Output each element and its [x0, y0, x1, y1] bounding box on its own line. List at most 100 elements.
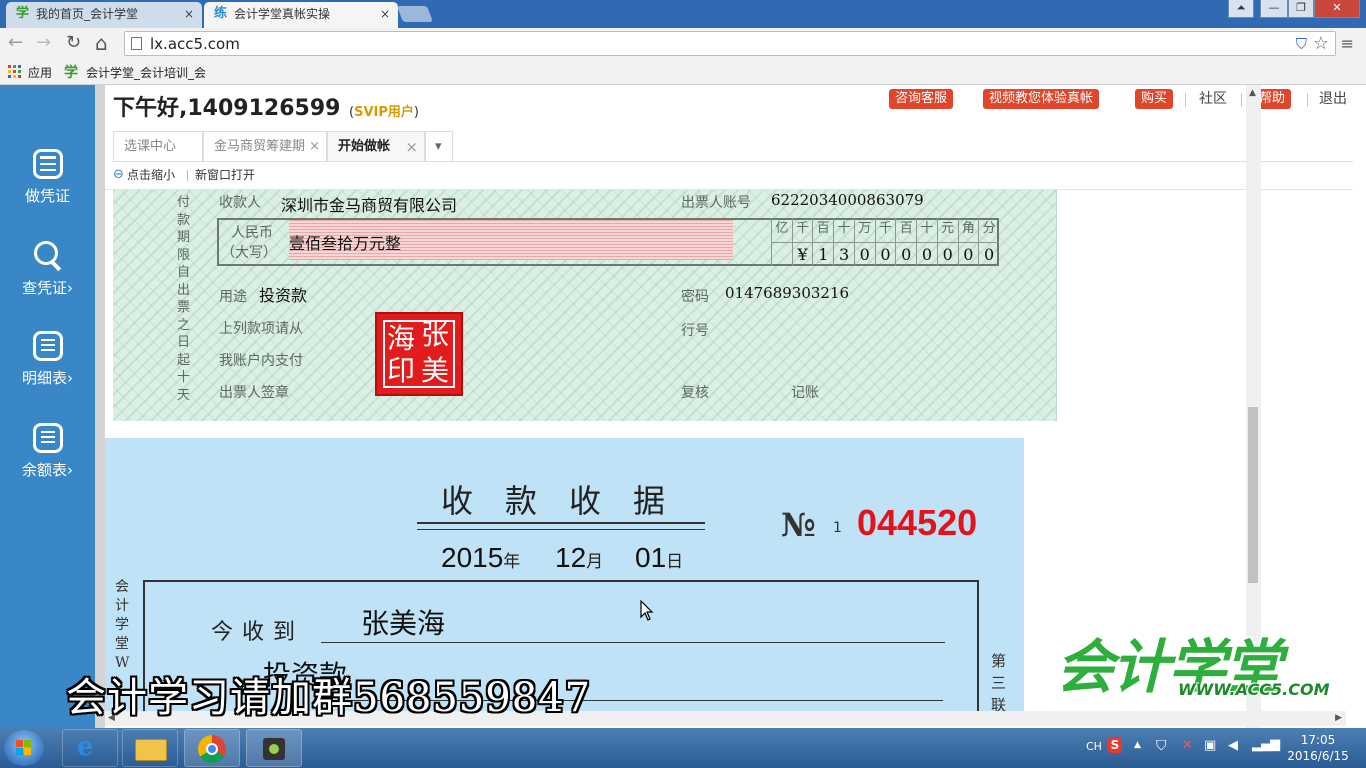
greeting: 下午好,1409126599 — [113, 96, 341, 121]
consult-service-button[interactable]: 咨询客服 — [889, 89, 954, 109]
divider — [187, 170, 188, 181]
browser-menu-icon[interactable]: ≡ — [1341, 34, 1354, 53]
start-button[interactable] — [4, 730, 44, 766]
maximize-button[interactable]: ❐ — [1288, 0, 1314, 18]
tab-title: 我的首页_会计学堂 — [36, 7, 139, 21]
logout-link[interactable]: 退出 — [1319, 89, 1347, 109]
reload-icon[interactable]: ↻ — [66, 32, 81, 54]
taskbar-explorer-icon[interactable] — [122, 729, 178, 767]
input-language[interactable]: CH — [1086, 740, 1102, 753]
forward-icon[interactable]: → — [36, 32, 51, 54]
day-value: 01 — [635, 542, 667, 573]
acc5-logo: 会计学堂 WWW.ACC5.COM — [1056, 620, 1342, 706]
payer-name: 张美海 — [361, 607, 446, 640]
new-tab-button[interactable] — [397, 6, 433, 22]
clock-time: 17:05 — [1300, 733, 1336, 747]
tab-title: 会计学堂真帐实操 — [234, 7, 331, 21]
signal-icon[interactable]: ▂▄▆ — [1252, 737, 1280, 752]
tab-practice[interactable]: 练 会计学堂真帐实操 × — [204, 2, 398, 28]
digit-header: 十 — [833, 218, 854, 242]
tab-start-bookkeeping[interactable]: 开始做帐 × — [327, 131, 425, 161]
logo-en: WWW.ACC5.COM — [1178, 680, 1330, 699]
sidebar-item-detail-ledger[interactable]: 明细表› — [0, 331, 95, 388]
divider — [1307, 93, 1308, 107]
digit-header: 万 — [853, 218, 875, 242]
address-bar[interactable]: lx.acc5.com ⛉ ☆ — [124, 31, 1336, 56]
sidebar-item-query-voucher[interactable]: 查凭证› — [0, 239, 95, 298]
minimize-button[interactable]: — — [1260, 0, 1288, 18]
site-favicon-icon: 练 — [214, 6, 228, 21]
home-icon[interactable]: ⌂ — [95, 32, 108, 54]
calculator-icon — [32, 149, 63, 179]
seal-char: 张 — [420, 318, 449, 351]
video-watermark-text: 会计学习请加群568559847 — [66, 675, 592, 721]
review-label: 复核 — [681, 385, 709, 401]
tab-jinma-setup[interactable]: 金马商贸筹建期 × — [203, 131, 327, 161]
close-window-button[interactable]: ✕ — [1314, 0, 1360, 18]
zoom-out-link[interactable]: 点击缩小 — [127, 165, 175, 185]
bookmark-item[interactable]: 会计学堂_会计培训_会 — [86, 64, 206, 81]
sidebar-item-make-voucher[interactable]: 做凭证 — [0, 149, 95, 206]
bookkeeping-label: 记账 — [791, 385, 819, 401]
security-shield-icon[interactable]: ⛉ — [1156, 738, 1167, 754]
chevron-right-icon: › — [67, 461, 73, 479]
community-link[interactable]: 社区 — [1199, 89, 1227, 109]
digit-value: 3 — [833, 242, 854, 266]
bookmark-star-icon[interactable]: ☆ — [1313, 33, 1329, 54]
network-disconnected-icon[interactable]: ✕ — [1182, 738, 1193, 753]
url-text[interactable]: lx.acc5.com — [150, 34, 240, 54]
tab-label: 开始做帐 — [338, 139, 391, 154]
pay-instruction-2: 我账户内支付 — [219, 353, 303, 369]
taskbar-chrome-icon[interactable] — [184, 729, 240, 767]
password-value: 0147689303216 — [725, 284, 850, 302]
digit-value: 0 — [936, 242, 958, 266]
tab-close-icon[interactable]: × — [184, 2, 194, 26]
scroll-up-icon[interactable]: ▲ — [1249, 88, 1256, 98]
receipt-copy-label: 第三联 — [991, 652, 1007, 711]
volume-icon[interactable]: ◀ — [1228, 738, 1238, 753]
tab-more-dropdown[interactable]: ▾ — [425, 131, 453, 161]
tab-close-icon[interactable]: × — [405, 132, 418, 162]
receipt-no-small: 1 — [833, 520, 842, 536]
digit-value: 1 — [812, 242, 834, 266]
red-seal-stamp: 张 海 美 印 — [375, 312, 463, 396]
device-icon[interactable]: ▣ — [1204, 738, 1216, 753]
sogou-ime-icon[interactable]: S — [1108, 737, 1122, 753]
receipt-no-label: № — [781, 506, 816, 544]
system-clock[interactable]: 17:05 2016/6/15 — [1282, 732, 1354, 764]
seal-char: 印 — [386, 354, 415, 387]
zoom-out-icon[interactable]: ⊖ — [113, 165, 124, 185]
buy-button[interactable]: 购买 — [1135, 89, 1174, 109]
bank-no-label: 行号 — [681, 323, 709, 339]
browser-tab-strip: 学 我的首页_会计学堂 × 练 会计学堂真帐实操 × ⏶ — ❐ ✕ — [0, 0, 1366, 28]
tab-close-icon[interactable]: × — [380, 2, 390, 26]
scroll-right-icon[interactable]: ▶ — [1335, 713, 1342, 723]
sidebar-item-label: 余额表 — [21, 461, 67, 479]
payee-label: 收款人 — [219, 195, 261, 211]
tab-label: 金马商贸筹建期 — [214, 139, 306, 154]
account-label: 出票人账号 — [681, 195, 751, 211]
purpose-label: 用途 — [219, 289, 247, 305]
tab-close-icon[interactable]: × — [309, 132, 320, 162]
clock-date: 2016/6/15 — [1287, 749, 1349, 763]
taskbar-recorder-icon[interactable] — [246, 729, 302, 767]
shield-icon[interactable]: ⛉ — [1296, 35, 1307, 53]
back-icon[interactable]: ← — [8, 32, 23, 54]
year-unit: 年 — [503, 552, 521, 571]
sidebar-item-balance-sheet[interactable]: 余额表› — [0, 423, 95, 480]
tray-expand-icon[interactable]: ▲ — [1134, 740, 1141, 750]
day-unit: 日 — [666, 552, 684, 571]
left-sidebar: 做凭证 查凭证› 明细表› 余额表› — [0, 85, 105, 728]
seal-char: 美 — [420, 354, 449, 387]
received-from-label: 今收到 — [211, 620, 305, 645]
new-window-link[interactable]: 新窗口打开 — [195, 165, 255, 185]
taskbar-ie-icon[interactable]: e — [62, 729, 118, 767]
tab-course-center[interactable]: 选课中心 — [113, 131, 203, 161]
bookmark-apps[interactable]: 应用 — [28, 64, 52, 81]
tab-home[interactable]: 学 我的首页_会计学堂 × — [6, 2, 202, 28]
scrollbar-thumb[interactable] — [1248, 407, 1258, 583]
user-icon[interactable]: ⏶ — [1228, 0, 1254, 18]
bookmark-favicon-icon: 学 — [64, 65, 78, 81]
apps-icon[interactable] — [8, 65, 21, 78]
video-guide-button[interactable]: 视频教您体验真帐 — [983, 89, 1100, 109]
